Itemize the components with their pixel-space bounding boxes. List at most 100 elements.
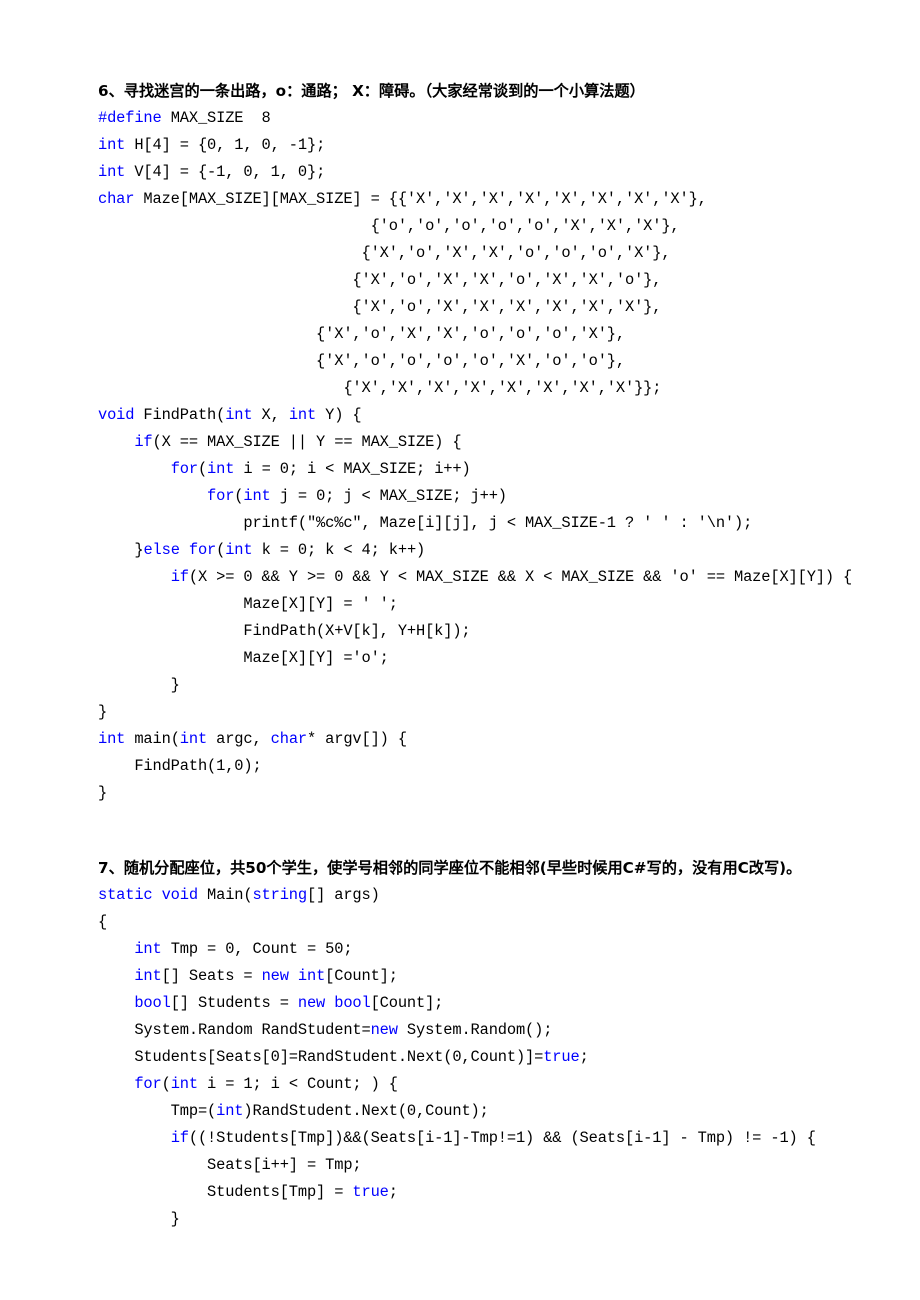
- code-line: char Maze[MAX_SIZE][MAX_SIZE] = {{'X','X…: [98, 186, 860, 213]
- code-keyword: int: [288, 406, 317, 424]
- code-line: FindPath(1,0);: [98, 753, 860, 780]
- code-line: }: [98, 780, 860, 807]
- code-text: }: [98, 541, 144, 559]
- code-text: {'X','o','o','o','o','X','o','o'},: [98, 352, 625, 370]
- code-text: X,: [252, 406, 289, 424]
- code-line: if(X >= 0 && Y >= 0 && Y < MAX_SIZE && X…: [98, 564, 860, 591]
- code-text: Seats[i++] = Tmp;: [98, 1156, 362, 1174]
- code-line: int Tmp = 0, Count = 50;: [98, 936, 860, 963]
- code-text: V[4] = {-1, 0, 1, 0};: [125, 163, 326, 181]
- code-keyword: int: [179, 730, 208, 748]
- code-text: {'X','X','X','X','X','X','X','X'}};: [98, 379, 662, 397]
- code-text: [] Students =: [170, 994, 298, 1012]
- code-keyword: if: [170, 568, 189, 586]
- code-line: }: [98, 699, 860, 726]
- code-line: for(int i = 0; i < MAX_SIZE; i++): [98, 456, 860, 483]
- code-text: System.Random RandStudent=: [98, 1021, 371, 1039]
- code-keyword: int: [98, 730, 126, 748]
- code-text: [] Seats =: [161, 967, 262, 985]
- code-keyword: char: [98, 190, 135, 208]
- code-text: Students[Seats[0]=RandStudent.Next(0,Cou…: [98, 1048, 544, 1066]
- code-line: static void Main(string[] args): [98, 882, 860, 909]
- section-7: 7、随机分配座位，共50个学生，使学号相邻的同学座位不能相邻(早些时候用C#写的…: [98, 855, 860, 1233]
- code-text: (: [197, 460, 208, 478]
- code-keyword: int: [225, 541, 253, 559]
- code-line: int V[4] = {-1, 0, 1, 0};: [98, 159, 860, 186]
- code-line: Students[Tmp] = true;: [98, 1179, 860, 1206]
- code-keyword: char: [270, 730, 307, 748]
- section-7-heading: 7、随机分配座位，共50个学生，使学号相邻的同学座位不能相邻(早些时候用C#写的…: [98, 859, 802, 877]
- code-keyword: int: [170, 1075, 198, 1093]
- code-text: {'X','o','X','X','X','X','X','X'},: [98, 298, 662, 316]
- code-line: }else for(int k = 0; k < 4; k++): [98, 537, 860, 564]
- section-6: 6、寻找迷宫的一条出路，o：通路； X：障碍。（大家经常谈到的一个小算法题） #…: [98, 78, 860, 807]
- code-line: {'X','o','X','X','o','o','o','X'},: [98, 240, 860, 267]
- code-keyword: int: [216, 1102, 244, 1120]
- code-text: (: [161, 1075, 171, 1093]
- code-text: {'X','o','X','X','o','o','o','X'},: [98, 244, 671, 262]
- code-keyword: new int: [261, 967, 326, 985]
- code-text: FindPath(X+V[k], Y+H[k]);: [98, 622, 471, 640]
- code-text: Tmp=(: [98, 1102, 217, 1120]
- code-line: System.Random RandStudent=new System.Ran…: [98, 1017, 860, 1044]
- code-line: {: [98, 909, 860, 936]
- code-line: Seats[i++] = Tmp;: [98, 1152, 860, 1179]
- code-text: {'X','o','X','X','o','o','o','X'},: [98, 325, 625, 343]
- code-text: MAX_SIZE 8: [161, 109, 271, 127]
- code-line: Maze[X][Y] = ' ';: [98, 591, 860, 618]
- code-text: [Count];: [370, 994, 444, 1012]
- code-line: Students[Seats[0]=RandStudent.Next(0,Cou…: [98, 1044, 860, 1071]
- code-line: #define MAX_SIZE 8: [98, 105, 860, 132]
- code-text: (: [216, 541, 226, 559]
- code-text: argc,: [207, 730, 271, 748]
- code-keyword: if: [134, 433, 153, 451]
- code-text: }: [98, 703, 108, 721]
- code-keyword: new: [370, 1021, 398, 1039]
- code-text: (X == MAX_SIZE || Y == MAX_SIZE) {: [152, 433, 462, 451]
- code-keyword: true: [543, 1048, 580, 1066]
- code-line: for(int i = 1; i < Count; ) {: [98, 1071, 860, 1098]
- code-line: {'X','X','X','X','X','X','X','X'}};: [98, 375, 860, 402]
- code-line: if(X == MAX_SIZE || Y == MAX_SIZE) {: [98, 429, 860, 456]
- code-keyword: else for: [143, 541, 217, 559]
- code-keyword: for: [134, 1075, 162, 1093]
- code-text: ;: [579, 1048, 589, 1066]
- code-keyword: int: [98, 163, 126, 181]
- code-text: k = 0; k < 4; k++): [252, 541, 426, 559]
- code-line: {'X','o','X','X','X','X','X','X'},: [98, 294, 860, 321]
- code-keyword: int: [134, 967, 162, 985]
- code-text: printf("%c%c", Maze[i][j], j < MAX_SIZE-…: [98, 514, 753, 532]
- code-line: }: [98, 1206, 860, 1233]
- code-line: int H[4] = {0, 1, 0, -1};: [98, 132, 860, 159]
- code-text: i = 1; i < Count; ) {: [197, 1075, 398, 1093]
- code-keyword: int: [243, 487, 271, 505]
- code-text: j = 0; j < MAX_SIZE; j++): [270, 487, 507, 505]
- code-text: FindPath(: [134, 406, 226, 424]
- code-text: * argv[]) {: [307, 730, 407, 748]
- code-text: ((!Students[Tmp])&&(Seats[i-1]-Tmp!=1) &…: [188, 1129, 816, 1147]
- code-line: Tmp=(int)RandStudent.Next(0,Count);: [98, 1098, 860, 1125]
- code-text: }: [98, 676, 180, 694]
- code-line: for(int j = 0; j < MAX_SIZE; j++): [98, 483, 860, 510]
- section-6-code-block: #define MAX_SIZE 8 int H[4] = {0, 1, 0, -…: [98, 105, 860, 807]
- section-7-code-block: static void Main(string[] args) { int Tmp…: [98, 882, 860, 1233]
- code-text: Maze[MAX_SIZE][MAX_SIZE] = {{'X','X','X'…: [134, 190, 707, 208]
- code-text: }: [98, 1210, 180, 1228]
- code-text: Maze[X][Y] ='o';: [98, 649, 389, 667]
- code-text: )RandStudent.Next(0,Count);: [243, 1102, 489, 1120]
- code-line: }: [98, 672, 860, 699]
- code-text: Maze[X][Y] = ' ';: [98, 595, 398, 613]
- code-line: Maze[X][Y] ='o';: [98, 645, 860, 672]
- code-keyword: for: [207, 487, 235, 505]
- code-line: bool[] Students = new bool[Count];: [98, 990, 860, 1017]
- code-text: System.Random();: [397, 1021, 553, 1039]
- code-keyword: for: [170, 460, 198, 478]
- code-line: FindPath(X+V[k], Y+H[k]);: [98, 618, 860, 645]
- code-keyword: if: [170, 1129, 189, 1147]
